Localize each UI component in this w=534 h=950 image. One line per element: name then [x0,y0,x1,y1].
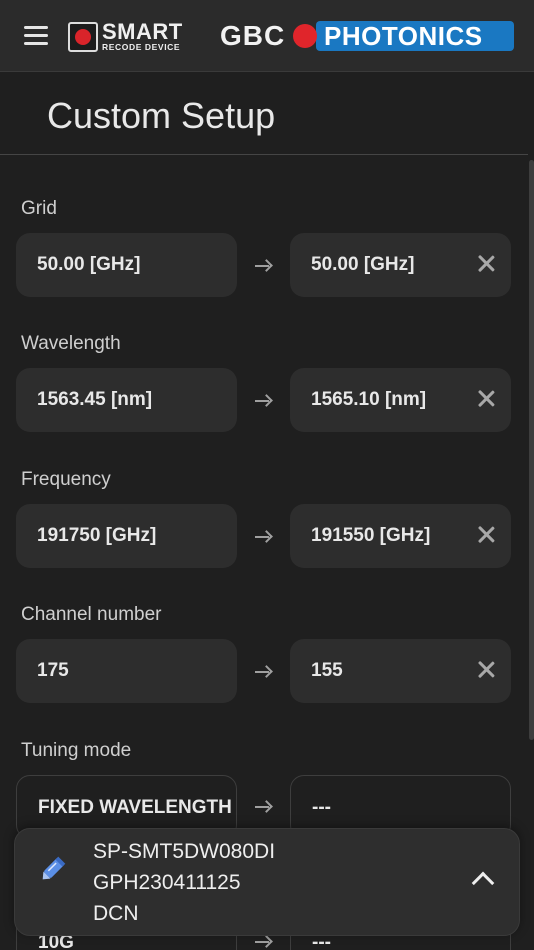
device-info-card[interactable]: SP-SMT5DW080DI GPH230411125 DCN [14,828,520,936]
channel-current-field: 175 [16,639,237,703]
scrollbar[interactable] [529,160,534,740]
channel-target-value: 155 [311,660,343,681]
grid-target-field[interactable]: 50.00 [GHz] [290,233,511,297]
smart-logo-badge [68,22,98,52]
chevron-up-icon[interactable] [471,871,495,895]
close-icon[interactable] [475,659,497,681]
device-part-number: SP-SMT5DW080DI [93,840,276,863]
frequency-current-value: 191750 [GHz] [37,525,157,546]
grid-current-value: 50.00 [GHz] [37,254,141,275]
gbc-logo-text: GBC [220,20,286,51]
gbc-logo-dot [293,24,317,48]
frequency-label: Frequency [21,469,111,490]
frequency-target-value: 191550 [GHz] [311,525,431,546]
page-title: Custom Setup [47,95,276,136]
close-icon[interactable] [475,253,497,275]
device-type: DCN [93,902,139,925]
arrow-right-icon [253,393,273,409]
channel-current-value: 175 [37,660,69,681]
frequency-target-field[interactable]: 191550 [GHz] [290,504,511,568]
wavelength-target-value: 1565.10 [nm] [311,389,427,410]
smart-logo-subtitle: RECODE DEVICE [102,42,181,52]
hamburger-menu-icon[interactable] [24,26,48,46]
wavelength-current-field: 1563.45 [nm] [16,368,237,432]
arrow-right-icon [253,934,273,950]
pen-icon [42,856,66,880]
close-icon[interactable] [475,388,497,410]
close-icon[interactable] [475,524,497,546]
wavelength-current-value: 1563.45 [nm] [37,389,153,410]
arrow-right-icon [253,529,273,545]
photonics-logo-text: PHOTONICS [324,21,483,51]
wavelength-target-field[interactable]: 1565.10 [nm] [290,368,511,432]
arrow-right-icon [253,664,273,680]
tuning-mode-label: Tuning mode [21,740,132,761]
device-serial: GPH230411125 [93,871,241,894]
channel-number-label: Channel number [21,604,162,625]
wavelength-label: Wavelength [21,333,121,354]
arrow-right-icon [253,799,273,815]
gbc-photonics-logo: GBC PHOTONICS [220,20,514,52]
arrow-right-icon [253,258,273,274]
grid-target-value: 50.00 [GHz] [311,254,415,275]
grid-label: Grid [21,198,57,219]
channel-target-field[interactable]: 155 [290,639,511,703]
frequency-current-field: 191750 [GHz] [16,504,237,568]
smart-logo-word: SMART [102,19,183,44]
grid-current-field: 50.00 [GHz] [16,233,237,297]
smart-recode-logo: SMART RECODE DEVICE [68,20,196,54]
app-header: SMART RECODE DEVICE GBC PHOTONICS [0,0,534,72]
page-title-bar: Custom Setup [0,73,528,155]
